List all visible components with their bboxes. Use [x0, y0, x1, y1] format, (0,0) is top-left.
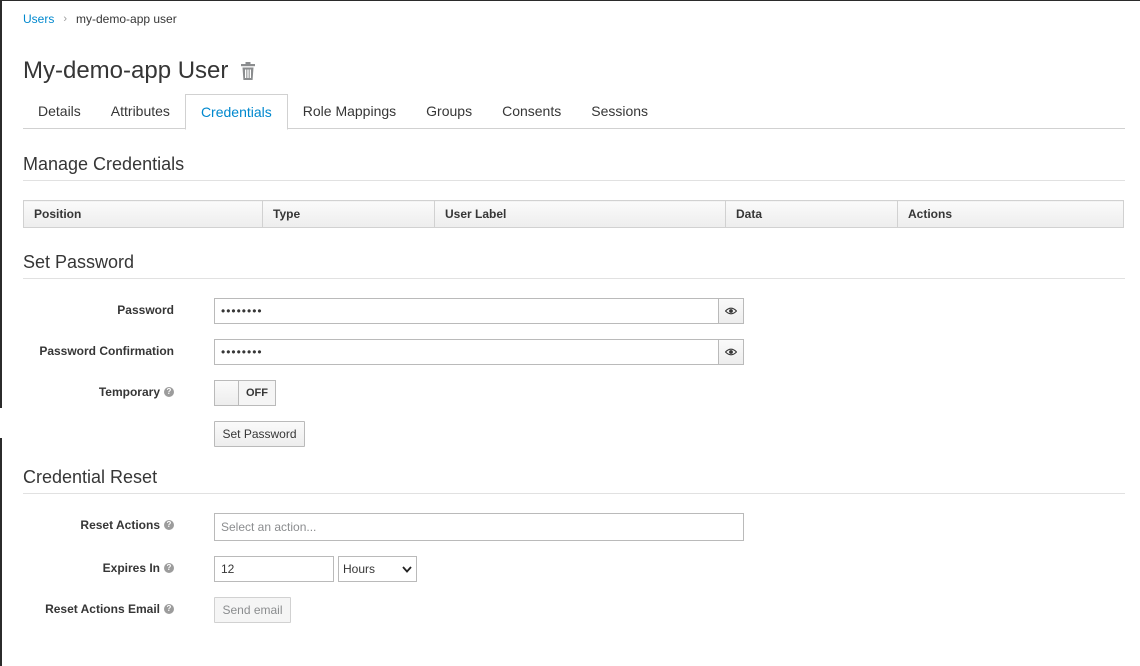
window-top-border — [0, 0, 1140, 1]
tab-credentials[interactable]: Credentials — [184, 94, 288, 130]
eye-icon — [725, 348, 737, 356]
column-position: Position — [23, 200, 263, 228]
expires-unit-value: Hours — [343, 562, 376, 576]
credentials-table: Position Type User Label Data Actions — [23, 200, 1124, 228]
set-password-button[interactable]: Set Password — [214, 421, 305, 447]
help-icon[interactable]: ? — [164, 520, 174, 530]
set-password-heading: Set Password — [23, 252, 1125, 279]
send-email-button[interactable]: Send email — [214, 597, 291, 623]
toggle-knob — [215, 381, 239, 405]
column-type: Type — [262, 200, 435, 228]
reset-actions-label: Reset Actions ? — [24, 517, 174, 533]
column-user-label: User Label — [434, 200, 726, 228]
table-header-row: Position Type User Label Data Actions — [23, 200, 1124, 228]
breadcrumb: Users › my-demo-app user — [23, 12, 177, 26]
help-icon[interactable]: ? — [164, 604, 174, 614]
tab-bar: Details Attributes Credentials Role Mapp… — [23, 94, 1125, 130]
page-title: My-demo-app User — [23, 57, 229, 84]
chevron-down-icon — [402, 565, 412, 573]
expires-in-label: Expires In ? — [24, 560, 174, 576]
expires-in-input[interactable]: 12 — [214, 556, 334, 582]
tab-groups[interactable]: Groups — [411, 94, 487, 129]
tab-consents[interactable]: Consents — [487, 94, 576, 129]
breadcrumb-current: my-demo-app user — [76, 12, 177, 26]
help-icon[interactable]: ? — [164, 387, 174, 397]
trash-icon[interactable] — [240, 61, 256, 81]
window-left-border — [0, 0, 2, 666]
password-confirmation-label: Password Confirmation — [39, 344, 174, 358]
temporary-toggle[interactable]: OFF — [214, 380, 276, 406]
expires-unit-select[interactable]: Hours — [338, 556, 417, 582]
tab-attributes[interactable]: Attributes — [96, 94, 185, 129]
credential-reset-heading: Credential Reset — [23, 467, 1125, 494]
column-data: Data — [725, 200, 898, 228]
temporary-label: Temporary ? — [24, 384, 174, 400]
reset-actions-select[interactable]: Select an action... — [214, 513, 744, 541]
manage-credentials-heading: Manage Credentials — [23, 154, 1125, 181]
show-confirmation-button[interactable] — [718, 339, 744, 365]
tab-sessions[interactable]: Sessions — [576, 94, 663, 129]
password-input[interactable]: •••••••• — [214, 298, 719, 324]
breadcrumb-users-link[interactable]: Users — [23, 12, 54, 26]
breadcrumb-separator: › — [63, 13, 68, 25]
tab-details[interactable]: Details — [23, 94, 96, 129]
eye-icon — [725, 307, 737, 315]
password-label: Password — [117, 303, 174, 317]
column-actions: Actions — [897, 200, 1124, 228]
show-password-button[interactable] — [718, 298, 744, 324]
page-header: My-demo-app User — [23, 57, 256, 85]
password-confirmation-input[interactable]: •••••••• — [214, 339, 719, 365]
help-icon[interactable]: ? — [164, 563, 174, 573]
reset-actions-email-label: Reset Actions Email ? — [24, 601, 174, 617]
toggle-state: OFF — [239, 381, 275, 405]
tab-role-mappings[interactable]: Role Mappings — [288, 94, 411, 129]
